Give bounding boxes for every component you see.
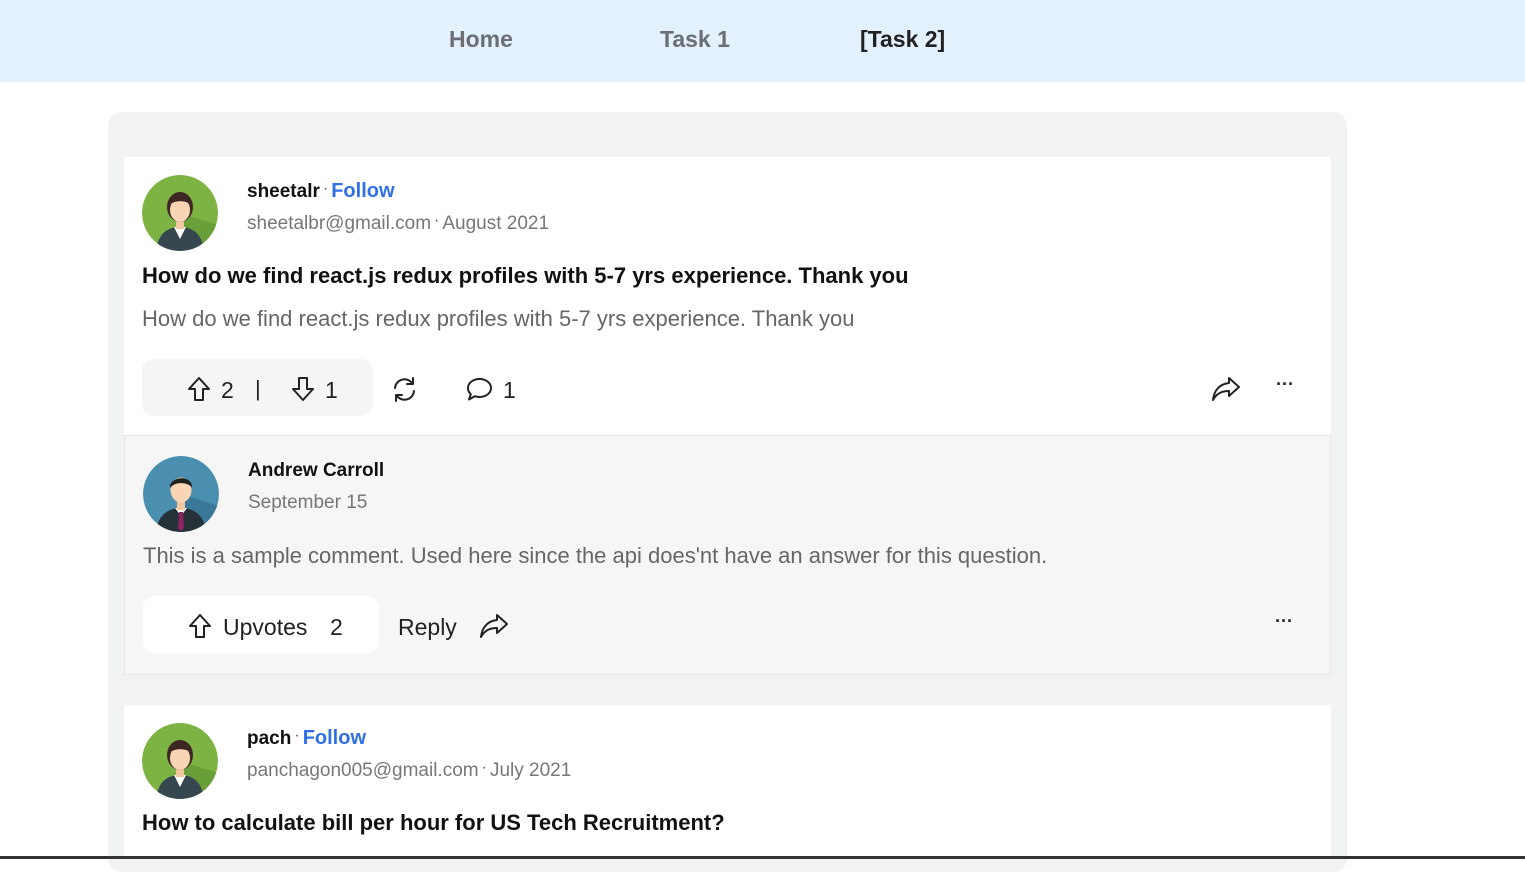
- separator-dot: ·: [481, 759, 487, 776]
- post-author-email: sheetalbr@gmail.com: [247, 213, 432, 234]
- reply-button[interactable]: Reply: [398, 614, 457, 641]
- vote-separator: |: [255, 376, 261, 401]
- avatar-female-icon: [142, 175, 218, 251]
- arrow-down-icon[interactable]: [291, 376, 315, 402]
- separator-dot: ·: [434, 212, 440, 229]
- post-author-email: panchagon005@gmail.com: [247, 760, 479, 781]
- nav-task-1[interactable]: Task 1: [660, 26, 730, 53]
- post-meta: panchagon005@gmail.com · July 2021: [247, 759, 571, 782]
- comment-more-options-button[interactable]: ···: [1275, 611, 1293, 632]
- comment-author-name[interactable]: Andrew Carroll: [248, 460, 384, 482]
- upvotes-label: Upvotes: [223, 614, 308, 640]
- separator-dot: ·: [322, 180, 329, 197]
- share-arrow-icon[interactable]: [1211, 375, 1241, 403]
- separator-dot: ·: [294, 727, 300, 744]
- comment-date: September 15: [248, 492, 368, 513]
- question-title[interactable]: How do we find react.js redux profiles w…: [142, 263, 909, 289]
- avatar-male[interactable]: [143, 456, 219, 532]
- avatar-female[interactable]: [142, 175, 218, 251]
- arrow-up-icon[interactable]: [188, 613, 212, 639]
- avatar-male-icon: [143, 456, 219, 532]
- comment-count: 1: [503, 377, 516, 403]
- share-arrow-icon[interactable]: [479, 612, 509, 640]
- post-author-line: sheetalr · Follow: [247, 180, 395, 203]
- follow-button[interactable]: Follow: [331, 180, 394, 202]
- post-author-name[interactable]: pach: [247, 728, 291, 749]
- post-author-name[interactable]: sheetalr: [247, 181, 320, 202]
- comment-text: This is a sample comment. Used here sinc…: [143, 543, 1048, 568]
- post-meta: sheetalbr@gmail.com · August 2021: [247, 212, 549, 235]
- nav-home[interactable]: Home: [449, 26, 513, 53]
- downvote-count: 1: [325, 377, 338, 403]
- arrow-up-icon[interactable]: [187, 376, 211, 402]
- post-date: August 2021: [442, 213, 550, 234]
- follow-button[interactable]: Follow: [303, 727, 366, 749]
- nav-task-2[interactable]: [Task 2]: [860, 26, 945, 53]
- more-options-button[interactable]: ···: [1276, 374, 1294, 395]
- question-title[interactable]: How to calculate bill per hour for US Te…: [142, 810, 725, 836]
- upvote-count: 2: [221, 377, 234, 403]
- avatar-female[interactable]: [142, 723, 218, 799]
- comment-upvote-count: 2: [330, 614, 343, 640]
- avatar-female-icon: [142, 723, 218, 799]
- post-author-line: pach · Follow: [247, 727, 366, 750]
- refresh-icon[interactable]: [391, 376, 418, 403]
- speech-bubble-icon[interactable]: [466, 377, 493, 402]
- question-body: How do we find react.js redux profiles w…: [142, 306, 855, 331]
- top-navigation: Home Task 1 [Task 2]: [0, 0, 1525, 82]
- post-date: July 2021: [489, 760, 572, 781]
